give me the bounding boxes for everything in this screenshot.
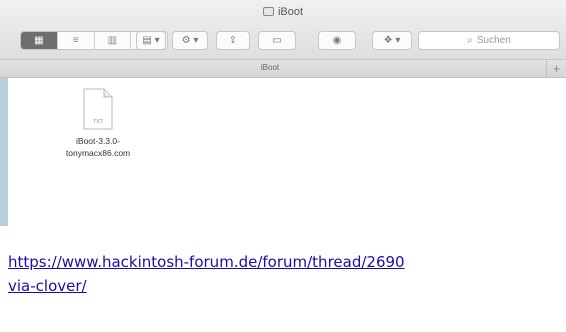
action-button[interactable]: ⚙ ▾ — [172, 31, 208, 50]
view-list-icon: ≡ — [72, 35, 79, 46]
search-placeholder: Suchen — [476, 35, 511, 46]
view-columns-icon: ▥ — [107, 35, 118, 46]
link-line2: via-clover/ — [8, 277, 87, 295]
tags-button[interactable]: ▭ — [258, 31, 296, 50]
share-icon: ⇪ — [228, 35, 238, 46]
view-list-button[interactable]: ≡ — [58, 32, 95, 49]
share-button[interactable]: ⇪ — [216, 31, 250, 50]
tab-bar: iBoot + — [0, 60, 566, 78]
finder-window: iBoot ▦ ≡ ▥ ▭ ▤ ▾ ⚙ ▾ ⇪ ▭ ◉ ❖ ▾ ⌕ Suche — [0, 0, 566, 226]
add-tab-button[interactable]: + — [546, 60, 566, 78]
dropbox-button[interactable]: ❖ ▾ — [372, 31, 412, 50]
window-titlebar: iBoot ▦ ≡ ▥ ▭ ▤ ▾ ⚙ ▾ ⇪ ▭ ◉ ❖ ▾ ⌕ Suche — [0, 0, 566, 60]
link-line1: https://www.hackintosh-forum.de/forum/th… — [8, 253, 405, 271]
tab-iboot[interactable]: iBoot — [0, 63, 540, 72]
search-icon: ⌕ — [467, 35, 473, 46]
quicklook-button[interactable]: ◉ — [318, 31, 356, 50]
dropbox-icon: ❖ ▾ — [383, 35, 401, 46]
window-title: iBoot — [0, 6, 566, 18]
file-item[interactable]: TXT iBoot-3.3.0- tonymacx86.com — [58, 88, 138, 159]
arrange-button[interactable]: ▤ ▾ — [136, 31, 166, 50]
disk-icon — [262, 7, 274, 16]
forum-thread-link[interactable]: https://www.hackintosh-forum.de/forum/th… — [8, 250, 566, 298]
window-title-text: iBoot — [277, 6, 304, 18]
gear-icon: ⚙ ▾ — [181, 35, 199, 46]
file-name-line2: tonymacx86.com — [65, 148, 131, 158]
view-icons-button[interactable]: ▦ — [21, 32, 58, 49]
tag-icon: ▭ — [272, 35, 282, 46]
search-input[interactable]: ⌕ Suchen — [418, 31, 560, 50]
text-document-icon: TXT — [81, 88, 115, 130]
file-name-line1: iBoot-3.3.0- — [76, 136, 120, 146]
arrange-icon: ▤ ▾ — [142, 35, 160, 46]
view-icons-icon: ▦ — [34, 35, 44, 46]
file-type-label: TXT — [93, 119, 102, 125]
eye-icon: ◉ — [332, 35, 342, 46]
file-name: iBoot-3.3.0- tonymacx86.com — [58, 135, 138, 159]
view-columns-button[interactable]: ▥ — [95, 32, 132, 49]
sidebar-edge — [0, 78, 8, 226]
